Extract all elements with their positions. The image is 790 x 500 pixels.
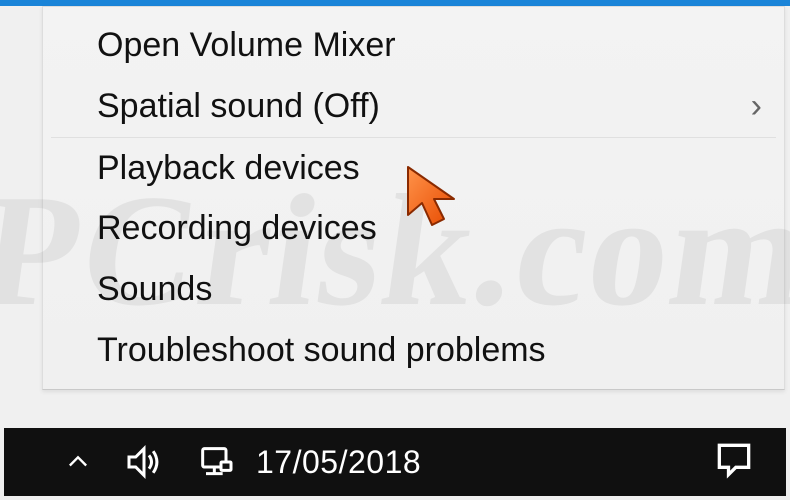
menu-item-label: Recording devices xyxy=(97,208,766,249)
menu-item-label: Playback devices xyxy=(97,148,766,189)
menu-item-label: Sounds xyxy=(97,269,766,310)
sound-context-menu: Open Volume Mixer Spatial sound (Off) › … xyxy=(42,6,785,390)
network-icon[interactable] xyxy=(196,442,236,482)
system-tray xyxy=(4,442,236,482)
volume-icon[interactable] xyxy=(124,442,164,482)
action-center-icon[interactable] xyxy=(712,438,756,487)
menu-item-open-volume-mixer[interactable]: Open Volume Mixer xyxy=(43,15,784,76)
menu-item-label: Open Volume Mixer xyxy=(97,25,766,66)
menu-item-label: Spatial sound (Off) xyxy=(97,86,736,127)
chevron-right-icon: › xyxy=(736,86,762,127)
tray-chevron-up-icon[interactable] xyxy=(64,448,92,476)
menu-item-troubleshoot-sound-problems[interactable]: Troubleshoot sound problems xyxy=(43,320,784,381)
menu-item-recording-devices[interactable]: Recording devices xyxy=(43,198,784,259)
taskbar-date[interactable]: 17/05/2018 xyxy=(256,444,421,481)
menu-item-spatial-sound[interactable]: Spatial sound (Off) › xyxy=(43,76,784,137)
menu-item-playback-devices[interactable]: Playback devices xyxy=(43,138,784,199)
menu-item-label: Troubleshoot sound problems xyxy=(97,330,766,371)
menu-item-sounds[interactable]: Sounds xyxy=(43,259,784,320)
taskbar: 17/05/2018 xyxy=(4,428,786,496)
